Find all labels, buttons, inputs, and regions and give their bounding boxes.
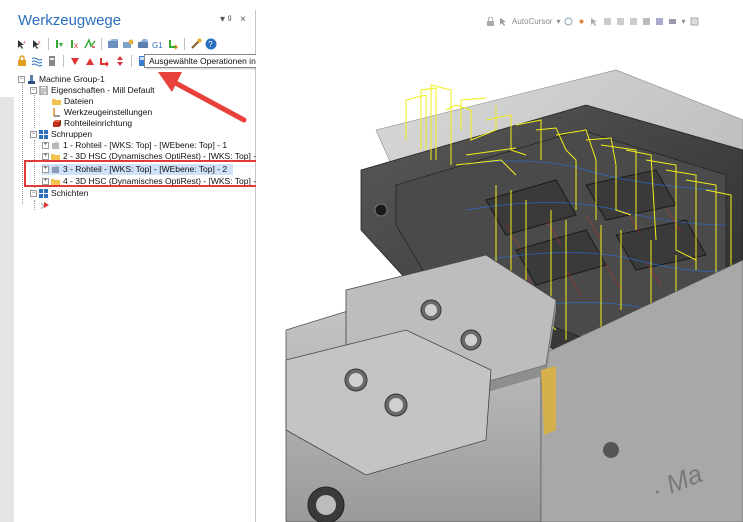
collapse-icon[interactable]: − — [30, 87, 37, 94]
tree-item-label: Dateien — [64, 96, 94, 106]
view-icon[interactable] — [668, 17, 677, 26]
snap-icon[interactable] — [564, 17, 573, 26]
deselect-icon[interactable]: x — [31, 38, 43, 50]
dropdown-icon[interactable]: ▾ — [681, 17, 685, 26]
stock-op-icon — [52, 141, 59, 149]
regenerate-icon[interactable] — [54, 38, 66, 50]
wand-icon[interactable] — [190, 38, 202, 50]
viewport-toolbar: AutoCursor ▾ ▾ — [486, 14, 699, 28]
post-icon[interactable] — [46, 55, 58, 67]
point-icon[interactable] — [577, 17, 586, 26]
tree-item-label: 1 - Rohteil - [WKS: Top] - [WEbene: Top]… — [63, 140, 228, 150]
tree-item-layers[interactable]: − Schichten — [30, 188, 88, 199]
move-down-icon[interactable] — [69, 55, 81, 67]
insert-after-icon[interactable] — [99, 55, 111, 67]
tree-item-label: Schruppen — [51, 129, 93, 139]
graphics-viewport[interactable]: · Ma AutoCursor ▾ ▾ — [256, 10, 743, 522]
play-marker-icon — [40, 202, 49, 209]
grid-icon[interactable] — [690, 17, 699, 26]
backplot-icon[interactable] — [84, 38, 96, 50]
toggle-display-icon[interactable] — [31, 55, 43, 67]
tree-item-stock-setup[interactable]: Rohteileinrichtung — [52, 118, 132, 129]
move-updown-icon[interactable] — [114, 55, 126, 67]
part-render: · Ma — [285, 69, 743, 522]
regenerate-dirty-icon[interactable]: x — [69, 38, 81, 50]
machine-icon — [28, 75, 35, 84]
collapse-icon[interactable]: − — [30, 131, 37, 138]
filter-icon-4[interactable] — [642, 17, 651, 26]
select-icon[interactable] — [590, 17, 599, 26]
svg-text:x: x — [74, 41, 78, 50]
stock-model-icon[interactable] — [137, 38, 149, 50]
cursor-icon[interactable] — [499, 17, 508, 26]
svg-text:x: x — [38, 40, 41, 46]
collapse-icon[interactable]: − — [30, 190, 37, 197]
tree-item-label: Rohteileinrichtung — [64, 118, 133, 128]
tree-item-label: Eigenschaften - Mill Default — [51, 85, 155, 95]
insert-arrow-icon[interactable] — [167, 38, 179, 50]
filter-icon-3[interactable] — [629, 17, 638, 26]
svg-text:?: ? — [208, 40, 213, 49]
g1-post-icon[interactable]: G1 — [152, 38, 164, 50]
autocursor-label[interactable]: AutoCursor — [512, 17, 552, 26]
group-icon — [39, 189, 48, 198]
svg-text:+: + — [23, 40, 26, 46]
panel-title: Werkzeugwege — [18, 12, 122, 29]
tree-item-label: Machine Group-1 — [39, 74, 105, 84]
tree-item-machine-group[interactable]: − Machine Group-1 — [18, 74, 105, 85]
panel-header: Werkzeugwege ▾ ᵍ × — [14, 10, 256, 34]
lock-icon[interactable] — [16, 55, 28, 67]
tree-item-properties[interactable]: − Eigenschaften - Mill Default — [30, 85, 154, 96]
insert-arrow-marker — [40, 199, 52, 210]
svg-text:G1: G1 — [152, 41, 163, 50]
toolpaths-panel: Werkzeugwege ▾ ᵍ × + x x G1 ? − Machine … — [14, 10, 269, 522]
collapse-icon[interactable]: − — [18, 76, 25, 83]
tree-item-label: Werkzeugeinstellungen — [64, 107, 153, 117]
filter-icon-1[interactable] — [603, 17, 612, 26]
highlight-box — [24, 160, 260, 187]
simulate-icon[interactable] — [122, 38, 134, 50]
tree-item-op1[interactable]: + 1 - Rohteil - [WKS: Top] - [WEbene: To… — [42, 140, 227, 151]
left-margin — [0, 0, 14, 522]
tree-item-tool-settings[interactable]: Werkzeugeinstellungen — [52, 107, 152, 118]
filter-icon-5[interactable] — [655, 17, 664, 26]
left-gray-strip — [0, 97, 14, 522]
move-up-icon[interactable] — [84, 55, 96, 67]
stock-icon — [53, 120, 61, 127]
tool-settings-icon — [53, 108, 60, 117]
help-icon[interactable]: ? — [205, 38, 217, 50]
verify-icon[interactable] — [107, 38, 119, 50]
properties-icon — [39, 86, 48, 95]
dropdown-icon[interactable]: ▾ — [556, 17, 560, 26]
lock-icon[interactable] — [486, 16, 495, 26]
tree-item-label: Schichten — [51, 188, 89, 198]
filter-icon-2[interactable] — [616, 17, 625, 26]
toolbar-row-2 — [16, 53, 149, 69]
group-icon — [39, 130, 48, 139]
tree-item-files[interactable]: Dateien — [52, 96, 93, 107]
toolbar-row-1: + x x G1 ? — [16, 36, 217, 52]
expand-icon[interactable]: + — [42, 142, 49, 149]
folder-icon — [52, 99, 61, 105]
close-icon[interactable]: × — [240, 14, 246, 25]
pin-icon[interactable]: ▾ ᵍ — [220, 14, 232, 25]
tree-item-group-roughing[interactable]: − Schruppen — [30, 129, 92, 140]
select-all-icon[interactable]: + — [16, 38, 28, 50]
expand-icon[interactable]: + — [42, 153, 49, 160]
